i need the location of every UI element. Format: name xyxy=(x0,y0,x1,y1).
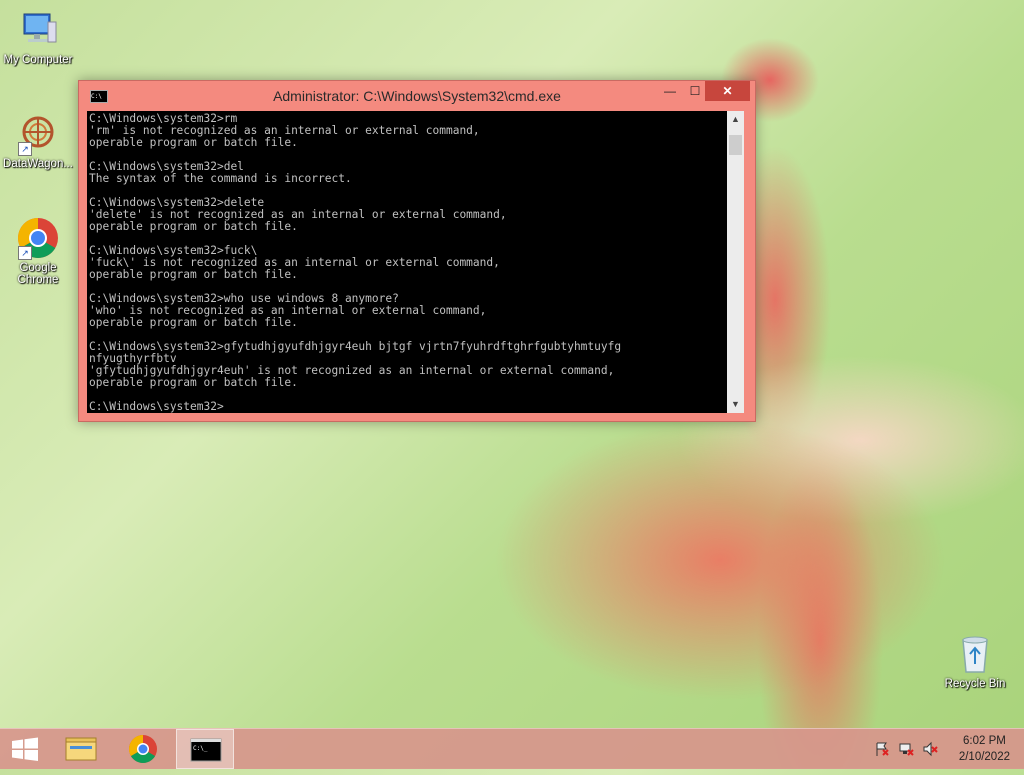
desktop-icon-my-computer[interactable]: My Computer xyxy=(0,8,76,66)
windows-logo-icon xyxy=(12,737,38,761)
maximize-button[interactable]: ☐ xyxy=(683,81,707,101)
desktop-icon-recycle-bin[interactable]: Recycle Bin xyxy=(937,632,1013,690)
volume-muted-icon[interactable] xyxy=(922,741,938,760)
vertical-scrollbar[interactable]: ▲ ▼ xyxy=(727,111,744,413)
taskbar-clock[interactable]: 6:02 PM 2/10/2022 xyxy=(959,733,1010,765)
datawagon-icon: ↗ xyxy=(16,112,60,156)
scroll-down-arrow-icon[interactable]: ▼ xyxy=(727,396,744,413)
svg-text:C:\_: C:\_ xyxy=(193,745,208,752)
title-bar[interactable]: C:\ Administrator: C:\Windows\System32\c… xyxy=(79,81,755,111)
console-output[interactable]: C:\Windows\system32>rm 'rm' is not recog… xyxy=(87,111,727,413)
taskbar: C:\_ 6:02 PM 2/10/2022 xyxy=(0,728,1024,769)
desktop-icon-label: DataWagon... xyxy=(3,158,73,170)
computer-icon xyxy=(16,8,60,52)
cmd-icon: C:\_ xyxy=(190,738,222,762)
start-button[interactable] xyxy=(0,729,50,769)
console-text: C:\Windows\system32>rm 'rm' is not recog… xyxy=(89,112,622,413)
taskbar-cmd-button[interactable]: C:\_ xyxy=(176,729,234,769)
taskbar-chrome-button[interactable] xyxy=(114,729,172,769)
desktop-icon-label: Recycle Bin xyxy=(944,678,1006,690)
cmd-window[interactable]: C:\ Administrator: C:\Windows\System32\c… xyxy=(78,80,756,422)
desktop-icon-label: Google Chrome xyxy=(17,262,59,286)
clock-date: 2/10/2022 xyxy=(958,751,1010,763)
shortcut-arrow-icon: ↗ xyxy=(18,246,32,260)
desktop-icon-label: My Computer xyxy=(3,54,73,66)
clock-time: 6:02 PM xyxy=(963,735,1006,747)
minimize-button[interactable]: — xyxy=(657,81,683,101)
recycle-bin-icon xyxy=(953,632,997,676)
scrollbar-thumb[interactable] xyxy=(729,135,742,155)
scroll-up-arrow-icon[interactable]: ▲ xyxy=(727,111,744,128)
chrome-icon: ↗ xyxy=(16,216,60,260)
chrome-icon xyxy=(129,735,157,763)
window-title: Administrator: C:\Windows\System32\cmd.e… xyxy=(273,88,561,104)
close-button[interactable]: ✕ xyxy=(705,81,750,101)
folder-icon xyxy=(65,737,97,761)
desktop-icon-google-chrome[interactable]: ↗ Google Chrome xyxy=(0,216,76,286)
taskbar-file-explorer-button[interactable] xyxy=(52,729,110,769)
network-icon[interactable] xyxy=(898,741,914,760)
action-center-flag-icon[interactable] xyxy=(874,741,890,760)
desktop-icon-datawagon[interactable]: ↗ DataWagon... xyxy=(0,112,76,170)
shortcut-arrow-icon: ↗ xyxy=(18,142,32,156)
